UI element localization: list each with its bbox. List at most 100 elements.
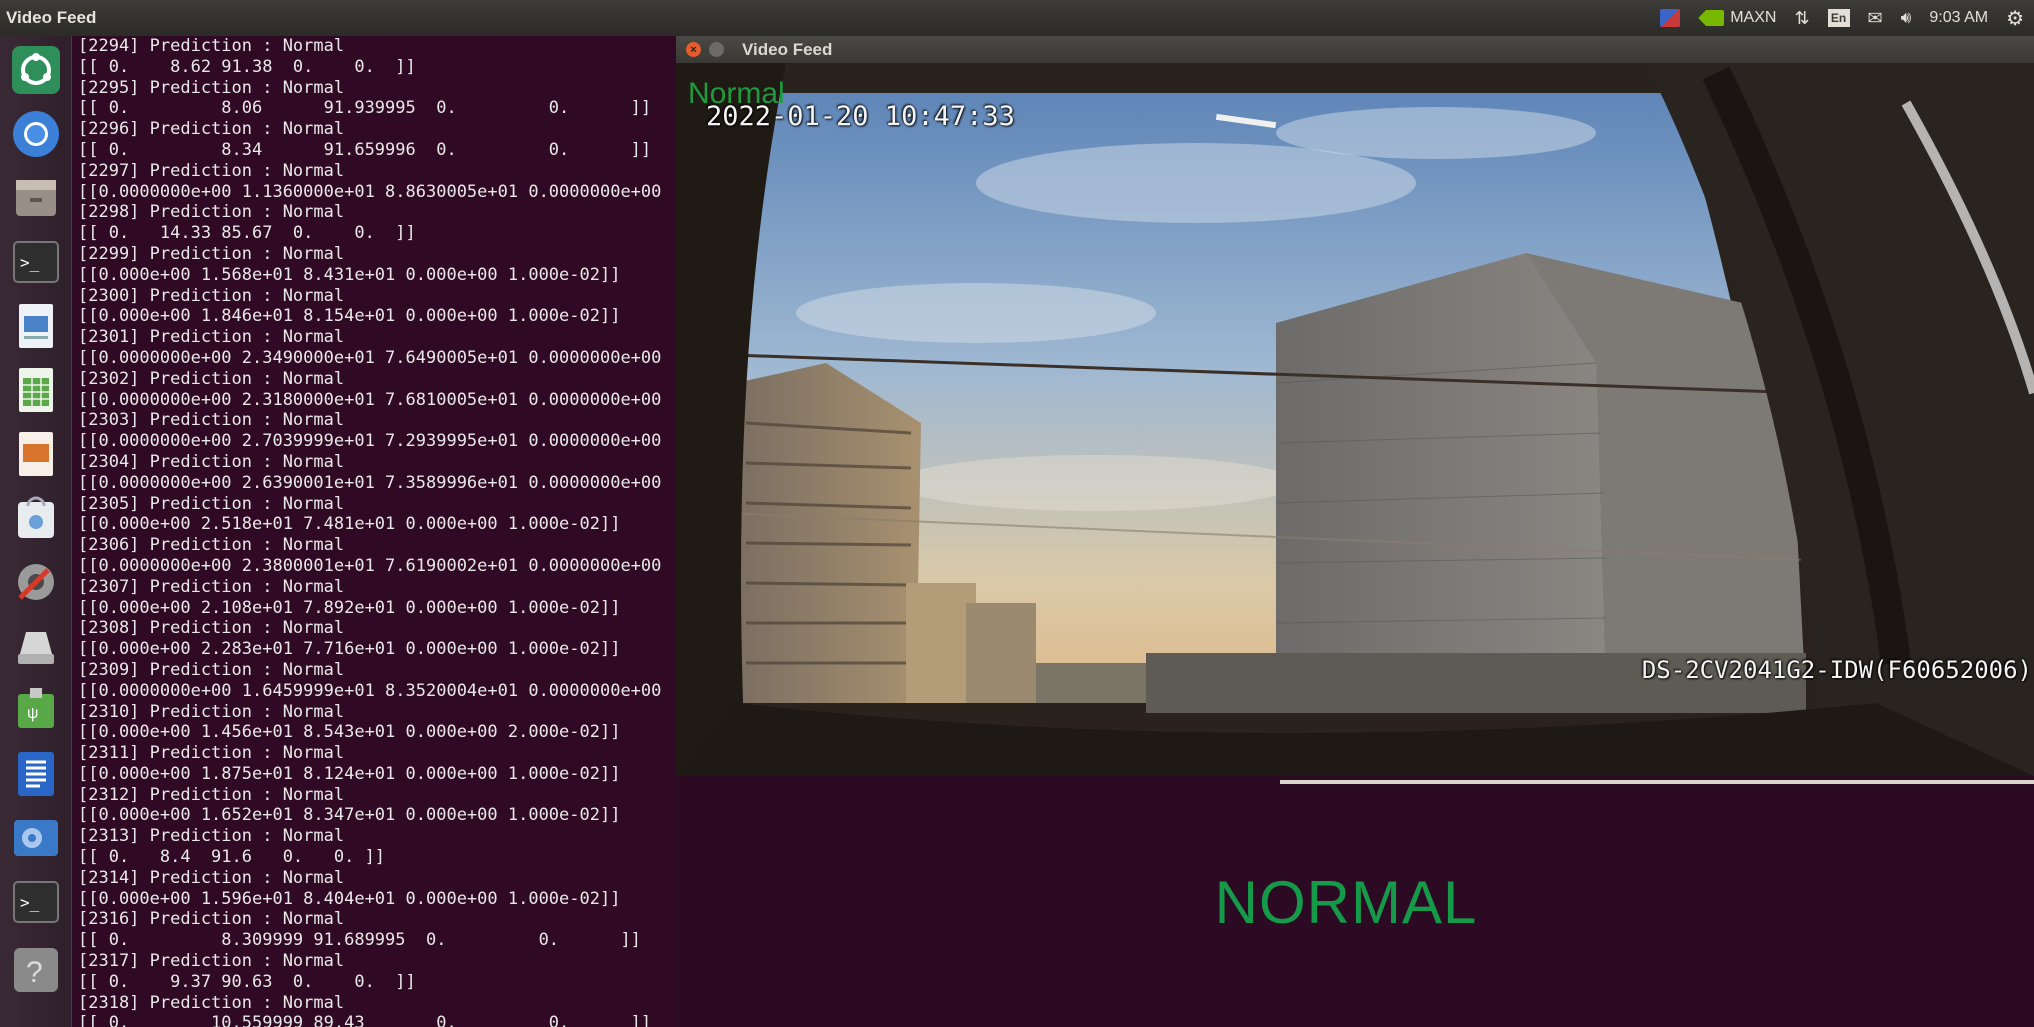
mail-indicator[interactable]: ✉ bbox=[1868, 8, 1883, 29]
session-indicator[interactable]: ⚙ bbox=[2006, 6, 2024, 31]
terminal-line: [2312] Prediction : Normal bbox=[78, 784, 345, 805]
terminal-line: [[ 0. 8.34 91.659996 0. 0. ]] bbox=[78, 139, 652, 160]
launcher-terminal-2[interactable]: >_ bbox=[8, 874, 64, 930]
launcher-video-player[interactable] bbox=[8, 810, 64, 866]
terminal-line: [2317] Prediction : Normal bbox=[78, 951, 345, 972]
document-viewer-icon bbox=[19, 304, 53, 348]
launcher-text-editor[interactable] bbox=[8, 746, 64, 802]
nvidia-icon bbox=[1698, 10, 1725, 26]
video-window-titlebar[interactable]: × Video Feed bbox=[676, 36, 2034, 63]
terminal-line: [[ 0. 9.37 90.63 0. 0. ]] bbox=[78, 971, 416, 992]
terminal-line: [[ 0. 8.4 91.6 0. 0. ]] bbox=[78, 847, 386, 868]
terminal-line: [2295] Prediction : Normal bbox=[78, 77, 345, 98]
status-pane-edge bbox=[1280, 780, 2034, 784]
indicator-area: MAXN ⇅ En ✉ 🔊︎ 9:03 AM ⚙ bbox=[1660, 0, 2024, 36]
launcher-terminal[interactable]: >_ bbox=[8, 234, 64, 290]
launcher-help[interactable]: ? bbox=[8, 942, 64, 998]
terminal-line: [[0.0000000e+00 1.1360000e+01 8.8630005e… bbox=[78, 181, 662, 202]
terminal-line: [[0.000e+00 1.456e+01 8.543e+01 0.000e+0… bbox=[78, 722, 621, 743]
terminal-line: [2297] Prediction : Normal bbox=[78, 160, 345, 181]
video-canvas: Normal 2022-01-20 10:47:33 DS-2CV2041G2-… bbox=[676, 63, 2034, 776]
chromium-icon bbox=[13, 111, 59, 157]
terminal-line: [[0.000e+00 1.596e+01 8.404e+01 0.000e+0… bbox=[78, 888, 621, 909]
terminal-line: [2303] Prediction : Normal bbox=[78, 410, 345, 431]
terminal-line: [2305] Prediction : Normal bbox=[78, 493, 345, 514]
launcher-spreadsheet[interactable] bbox=[8, 362, 64, 418]
launcher-dash[interactable] bbox=[8, 42, 64, 98]
launcher-usb[interactable]: ψ bbox=[8, 682, 64, 738]
top-panel: Video Feed MAXN ⇅ En ✉ 🔊︎ 9:03 AM ⚙ bbox=[0, 0, 2034, 36]
video-player-icon bbox=[14, 820, 58, 856]
launcher: >_ ψ >_ ? bbox=[0, 36, 72, 1027]
terminal-line: [2302] Prediction : Normal bbox=[78, 368, 345, 389]
keyboard-indicator[interactable]: En bbox=[1827, 9, 1850, 27]
network-indicator[interactable]: ⇅ bbox=[1794, 8, 1809, 29]
terminal-line: [[ 0. 10.559999 89.43 0. 0. ]] bbox=[78, 1013, 652, 1027]
terminal-line: [2308] Prediction : Normal bbox=[78, 618, 345, 639]
clock-indicator[interactable]: 9:03 AM bbox=[1929, 9, 1988, 27]
svg-text:ψ: ψ bbox=[27, 705, 38, 722]
terminal-line: [[ 0. 8.62 91.38 0. 0. ]] bbox=[78, 56, 416, 77]
keyboard-layout-label: En bbox=[1827, 9, 1850, 27]
launcher-files[interactable] bbox=[8, 170, 64, 226]
terminal-line: [2294] Prediction : Normal bbox=[78, 36, 345, 56]
status-label: NORMAL bbox=[1214, 869, 1478, 936]
clock-label: 9:03 AM bbox=[1929, 9, 1989, 26]
terminal-line: [2318] Prediction : Normal bbox=[78, 992, 345, 1013]
launcher-drive[interactable] bbox=[8, 618, 64, 674]
terminal-window[interactable]: [2294] Prediction : Normal[[ 0. 8.62 91.… bbox=[72, 36, 676, 1027]
terminal-line: [[0.000e+00 1.846e+01 8.154e+01 0.000e+0… bbox=[78, 306, 621, 327]
text-editor-icon bbox=[18, 752, 54, 796]
power-mode-label: MAXN bbox=[1730, 9, 1777, 26]
svg-text:>_: >_ bbox=[20, 893, 40, 912]
terminal-line: [[0.0000000e+00 1.6459999e+01 8.3520004e… bbox=[78, 680, 662, 701]
terminal-icon: >_ bbox=[13, 241, 59, 283]
software-center-icon bbox=[18, 496, 54, 538]
terminal-line: [2310] Prediction : Normal bbox=[78, 701, 345, 722]
terminal-line: [2299] Prediction : Normal bbox=[78, 243, 345, 264]
close-button[interactable]: × bbox=[686, 42, 701, 57]
terminal-line: [[0.000e+00 2.283e+01 7.716e+01 0.000e+0… bbox=[78, 639, 621, 660]
video-window-title: Video Feed bbox=[742, 39, 833, 59]
flag-icon bbox=[1660, 9, 1681, 27]
video-feed-window[interactable]: × Video Feed Normal 2022-01-20 10:47:33 … bbox=[676, 36, 2034, 780]
minimize-button[interactable] bbox=[709, 42, 724, 57]
launcher-document-viewer[interactable] bbox=[8, 298, 64, 354]
usb-drive-icon: ψ bbox=[18, 688, 54, 728]
launcher-chromium[interactable] bbox=[8, 106, 64, 162]
terminal-line: [2304] Prediction : Normal bbox=[78, 451, 345, 472]
power-mode-indicator[interactable]: MAXN bbox=[1698, 9, 1776, 27]
terminal-line: [2316] Prediction : Normal bbox=[78, 909, 345, 930]
osd-timestamp: 2022-01-20 10:47:33 bbox=[706, 101, 1015, 132]
drive-icon bbox=[18, 632, 54, 664]
terminal-line: [2301] Prediction : Normal bbox=[78, 327, 345, 348]
terminal-line: [2309] Prediction : Normal bbox=[78, 659, 345, 680]
svg-text:?: ? bbox=[26, 956, 43, 989]
files-icon bbox=[16, 180, 56, 216]
terminal-line: [2296] Prediction : Normal bbox=[78, 119, 345, 140]
terminal-line: [[0.000e+00 2.108e+01 7.892e+01 0.000e+0… bbox=[78, 597, 621, 618]
launcher-software-center[interactable] bbox=[8, 490, 64, 546]
terminal-line: [[0.000e+00 1.568e+01 8.431e+01 0.000e+0… bbox=[78, 264, 621, 285]
presentation-icon bbox=[19, 432, 53, 476]
svg-text:>_: >_ bbox=[20, 253, 40, 272]
terminal-line: [2313] Prediction : Normal bbox=[78, 826, 345, 847]
terminal-line: [[0.0000000e+00 2.6390001e+01 7.3589996e… bbox=[78, 472, 662, 493]
speaker-icon: 🔊︎ bbox=[1900, 8, 1912, 27]
terminal-line: [[ 0. 8.06 91.939995 0. 0. ]] bbox=[78, 98, 652, 119]
terminal-line: [[0.0000000e+00 2.3800001e+01 7.6190002e… bbox=[78, 555, 662, 576]
network-flag-indicator[interactable] bbox=[1660, 9, 1681, 27]
terminal-line: [[0.0000000e+00 2.7039999e+01 7.2939995e… bbox=[78, 431, 662, 452]
sound-indicator[interactable]: 🔊︎ bbox=[1901, 8, 1912, 28]
spreadsheet-icon bbox=[19, 368, 53, 412]
terminal-line: [[0.0000000e+00 2.3490000e+01 7.6490005e… bbox=[78, 347, 662, 368]
terminal-line: [2298] Prediction : Normal bbox=[78, 202, 345, 223]
launcher-presentation[interactable] bbox=[8, 426, 64, 482]
terminal-line: [2307] Prediction : Normal bbox=[78, 576, 345, 597]
ubuntu-dash-icon bbox=[12, 46, 60, 94]
terminal-line: [2300] Prediction : Normal bbox=[78, 285, 345, 306]
terminal-line: [2306] Prediction : Normal bbox=[78, 535, 345, 556]
mail-icon: ✉ bbox=[1867, 7, 1883, 28]
launcher-settings[interactable] bbox=[8, 554, 64, 610]
help-icon: ? bbox=[14, 948, 58, 992]
